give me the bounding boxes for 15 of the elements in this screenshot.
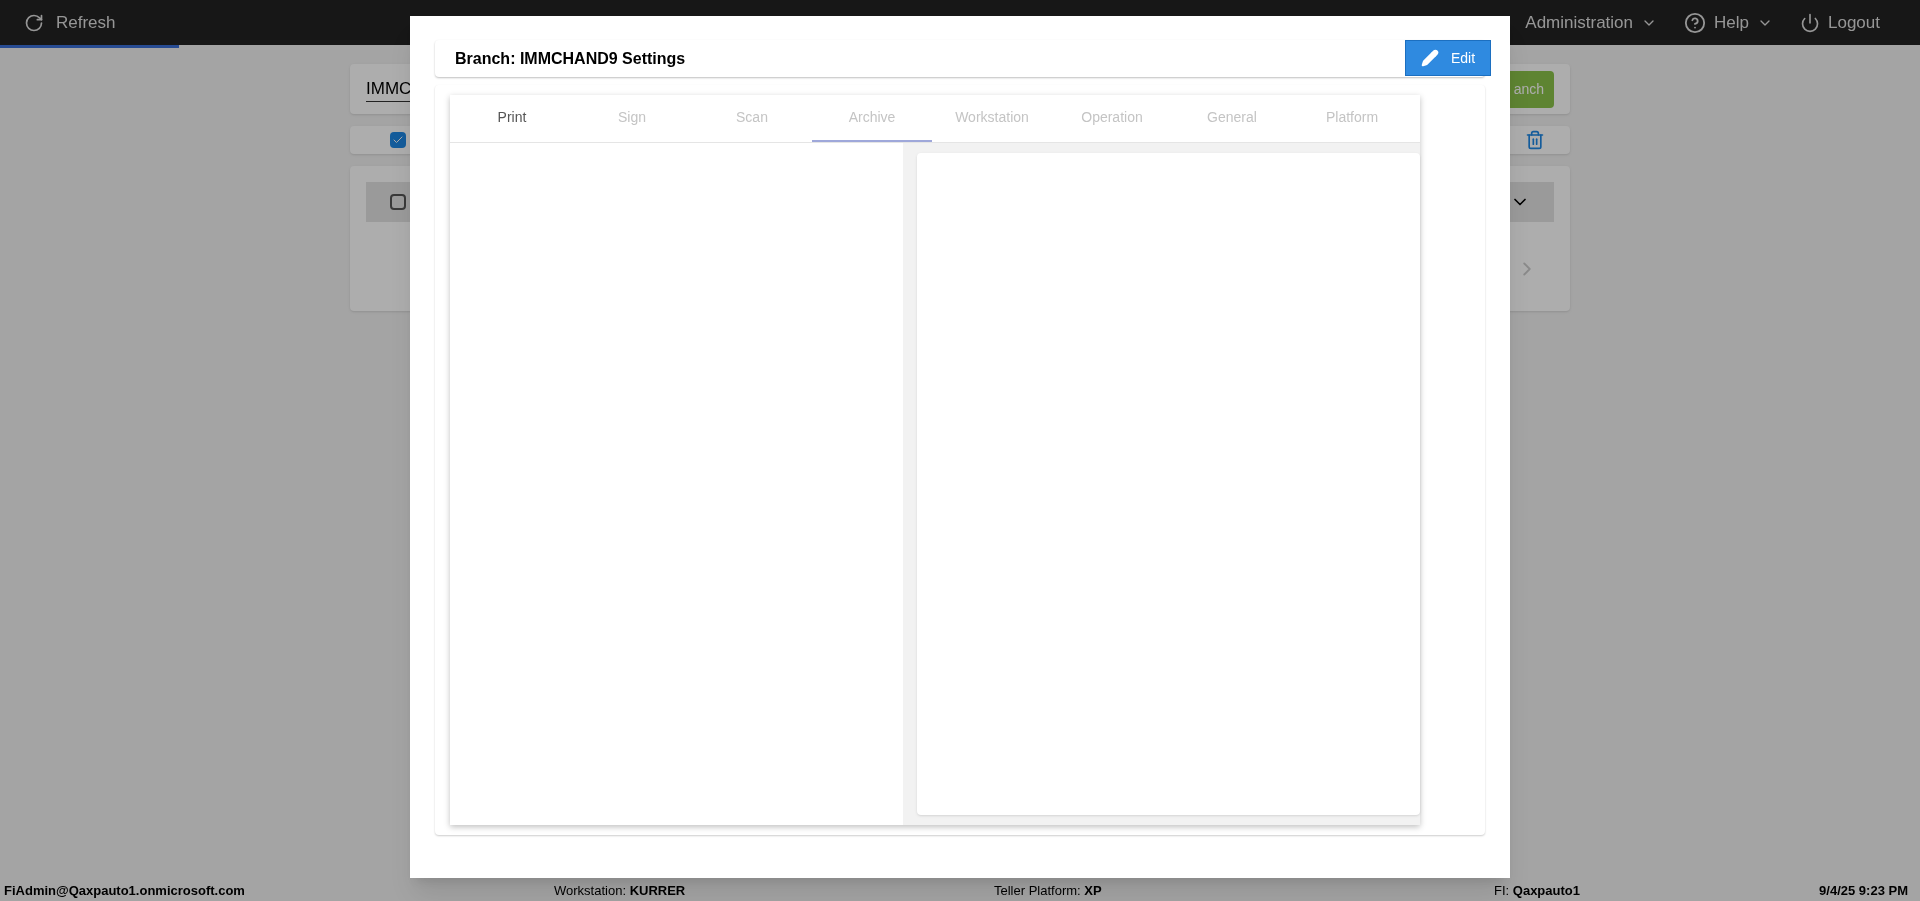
tab[interactable]: Print <box>452 95 572 142</box>
menu-label: Help <box>1714 11 1749 34</box>
date-time: 9/4/25 9:23 PM <box>1819 882 1909 901</box>
menu-label: Logout <box>1828 11 1880 34</box>
dialog-title: Branch: IMMCHAND9 Settings <box>455 48 686 69</box>
user-email: FiAdmin@Qaxpauto1.onmicrosoft.com <box>4 882 246 901</box>
menu-button[interactable]: Logout <box>1800 9 1880 36</box>
edit-button[interactable]: Edit <box>1405 40 1491 76</box>
menu-button[interactable]: Administration <box>1525 9 1658 36</box>
menu-label: Administration <box>1525 11 1634 34</box>
fi-text: FI: Qaxpauto1 <box>1494 882 1580 901</box>
menu-button[interactable]: Help <box>1684 9 1773 36</box>
workstation-text: Workstation: KURRER <box>554 882 687 901</box>
refresh-button[interactable]: Refresh <box>24 9 116 36</box>
platform-text: Teller Platform: XP <box>994 882 1103 901</box>
